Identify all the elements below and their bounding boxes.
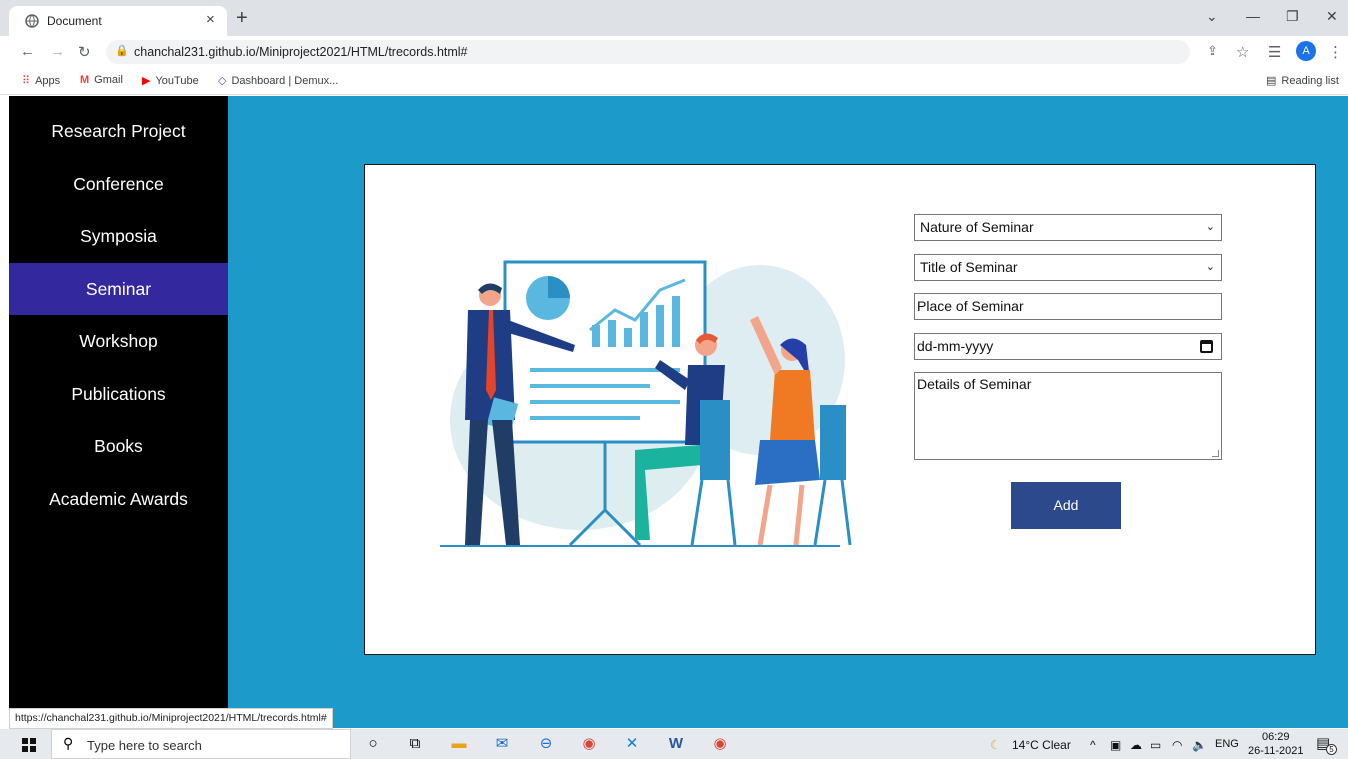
tab-title: Document	[47, 14, 102, 28]
browser-tab[interactable]: Document ×	[9, 6, 227, 36]
address-bar[interactable]: 🔒 chanchal231.github.io/Miniproject2021/…	[106, 40, 1190, 64]
weather-moon-icon: ☾	[990, 738, 1001, 752]
clock-time[interactable]: 06:29	[1262, 731, 1290, 743]
share-icon[interactable]: ⇪	[1207, 43, 1218, 59]
reading-list[interactable]: ▤ Reading list	[1266, 74, 1339, 87]
seminar-date-input[interactable]: dd-mm-yyyy	[914, 333, 1222, 360]
bookmark-star-icon[interactable]: ☆	[1236, 43, 1249, 61]
clock-date[interactable]: 26-11-2021	[1248, 745, 1303, 757]
sidebar-item-symposia[interactable]: Symposia	[9, 210, 228, 262]
chrome-profile-icon[interactable]: ◉	[710, 734, 730, 754]
sidebar-item-academic-awards[interactable]: Academic Awards	[9, 473, 228, 525]
reading-list-icon: ▤	[1266, 75, 1277, 87]
status-bar-url: https://chanchal231.github.io/Miniprojec…	[9, 708, 333, 729]
calendar-icon[interactable]	[1200, 340, 1213, 353]
sidebar-item-books[interactable]: Books	[9, 420, 228, 472]
bookmarks-bar: ⠿ Apps M Gmail ▶ YouTube ◇ Dashboard | Demux…	[0, 68, 1348, 95]
vscode-icon[interactable]: ✕	[622, 734, 642, 754]
gmail-icon: M	[80, 74, 90, 86]
browser-tab-bar: Document × + ⌄ — ❐ ✕	[0, 0, 1348, 36]
minimize-icon[interactable]: —	[1246, 8, 1260, 24]
tray-overflow-icon[interactable]: ^	[1090, 738, 1096, 752]
volume-icon[interactable]: 🔈	[1192, 738, 1207, 752]
demux-icon: ◇	[218, 75, 227, 87]
back-icon[interactable]: ←	[20, 43, 35, 60]
sidebar-item-seminar[interactable]: Seminar	[9, 263, 228, 315]
bookmark-youtube[interactable]: ▶ YouTube	[142, 74, 199, 87]
store-icon[interactable]: ⊖	[536, 734, 556, 754]
chrome-icon[interactable]: ◉	[579, 734, 599, 754]
sidebar-item-research-project[interactable]: Research Project	[9, 105, 228, 157]
bookmark-gmail[interactable]: M Gmail	[80, 74, 123, 86]
word-icon[interactable]: W	[666, 734, 686, 754]
onedrive-icon[interactable]: ☁	[1130, 738, 1142, 752]
sidebar: Research Project Conference Symposia Sem…	[9, 96, 228, 728]
chevron-down-icon: ⌄	[1205, 221, 1215, 233]
sidebar-item-publications[interactable]: Publications	[9, 368, 228, 420]
nature-of-seminar-select[interactable]: Nature of Seminar ⌄	[914, 214, 1222, 241]
sidebar-item-conference[interactable]: Conference	[9, 158, 228, 210]
tab-search-chevron-icon[interactable]: ⌄	[1206, 8, 1218, 25]
notification-count-badge: 5	[1326, 744, 1337, 755]
restore-icon[interactable]: ❐	[1286, 8, 1299, 25]
new-tab-button[interactable]: +	[236, 8, 248, 28]
browser-toolbar: ← → ↻ 🔒 chanchal231.github.io/Miniprojec…	[0, 36, 1348, 68]
battery-icon[interactable]: ▭	[1150, 738, 1161, 752]
add-button[interactable]: Add	[1011, 482, 1121, 529]
mail-icon[interactable]: ✉	[492, 734, 512, 754]
presentation-illustration	[440, 260, 852, 547]
forward-icon[interactable]: →	[50, 43, 65, 60]
cortana-icon[interactable]: ○	[363, 734, 383, 754]
tray-device-icon[interactable]: ▣	[1110, 738, 1121, 752]
search-icon: ⚲	[63, 735, 74, 751]
taskbar-search-input[interactable]: ⚲ Type here to search	[51, 729, 351, 759]
lock-icon: 🔒	[115, 45, 129, 57]
wifi-icon[interactable]: ◠	[1172, 738, 1182, 752]
language-indicator[interactable]: ENG	[1215, 738, 1239, 750]
title-of-seminar-select[interactable]: Title of Seminar ⌄	[914, 254, 1222, 281]
menu-dots-icon[interactable]: ⋮	[1328, 43, 1343, 61]
close-tab-icon[interactable]: ×	[206, 11, 215, 28]
sidebar-item-workshop[interactable]: Workshop	[9, 315, 228, 367]
bookmark-dashboard[interactable]: ◇ Dashboard | Demux...	[218, 74, 338, 87]
globe-icon	[25, 14, 39, 28]
place-of-seminar-input[interactable]: Place of Seminar	[914, 293, 1222, 320]
youtube-icon: ▶	[142, 75, 151, 87]
apps-grid-icon: ⠿	[22, 75, 31, 87]
task-view-icon[interactable]: ⧉	[405, 734, 425, 754]
resize-handle-icon[interactable]	[1212, 450, 1219, 457]
reload-icon[interactable]: ↻	[78, 43, 91, 61]
chevron-down-icon: ⌄	[1205, 261, 1215, 273]
close-window-icon[interactable]: ✕	[1326, 8, 1338, 25]
windows-start-icon[interactable]	[22, 738, 36, 752]
details-of-seminar-textarea[interactable]: Details of Seminar	[914, 372, 1222, 460]
windows-taskbar: ⚲ Type here to search ○ ⧉ ▬ ✉ ⊖ ◉ ✕ W ◉ …	[0, 729, 1348, 759]
weather-text[interactable]: 14°C Clear	[1012, 738, 1071, 752]
file-explorer-icon[interactable]: ▬	[449, 734, 469, 754]
address-url: chanchal231.github.io/Miniproject2021/HT…	[134, 45, 468, 59]
profile-avatar[interactable]: A	[1296, 41, 1316, 61]
bookmark-apps[interactable]: ⠿ Apps	[22, 74, 60, 87]
media-control-icon[interactable]: ☰	[1268, 43, 1281, 61]
